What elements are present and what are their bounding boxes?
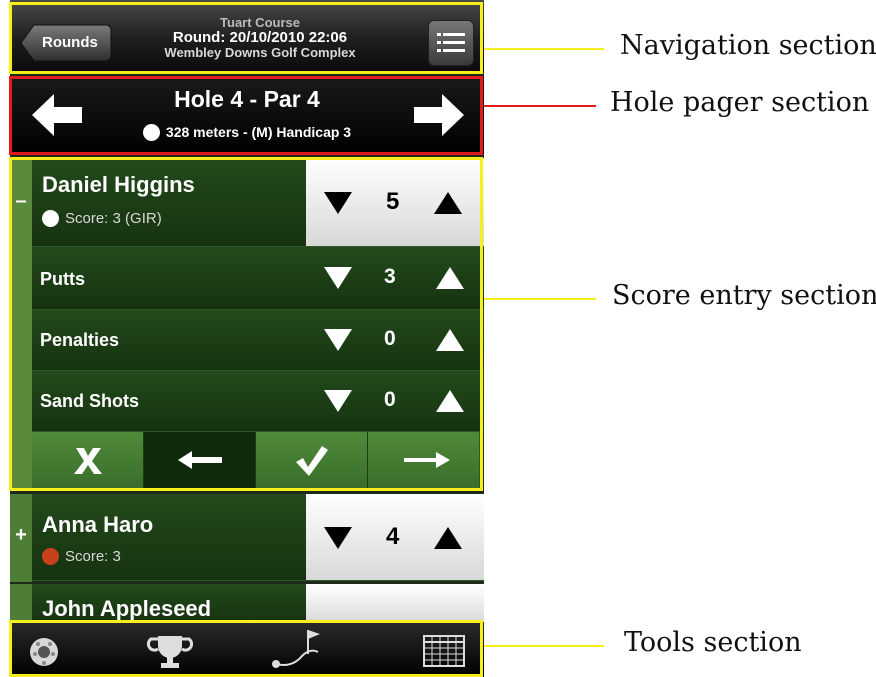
tools-callout: Tools section	[624, 627, 802, 658]
increase-strokes-icon[interactable]	[434, 527, 462, 549]
player-name: Anna Haro	[42, 512, 154, 537]
stroke-count: 4	[386, 523, 400, 550]
hole-pager-leader-line	[484, 105, 596, 107]
hole-pager-highlight-box	[9, 76, 483, 155]
stroke-stepper: 4	[306, 494, 484, 580]
tools-highlight-box	[9, 620, 483, 677]
player-row: John Appleseed	[32, 584, 484, 624]
score-entry-leader-line	[484, 298, 596, 300]
score-entry-callout: Score entry section	[612, 280, 876, 311]
decrease-strokes-icon[interactable]	[324, 527, 352, 549]
player-row: Anna Haro Score: 3 4	[32, 494, 484, 581]
player-name: John Appleseed	[42, 596, 212, 621]
player-score-text: Score: 3	[65, 548, 121, 565]
stroke-stepper	[306, 584, 484, 624]
tools-leader-line	[484, 645, 604, 647]
player-expand-bar[interactable]	[10, 584, 32, 624]
player-score: Score: 3	[42, 548, 121, 565]
navigation-highlight-box	[9, 2, 483, 74]
score-entry-highlight-box	[9, 157, 483, 491]
expand-toggle[interactable]: +	[10, 524, 32, 547]
navigation-callout: Navigation section	[620, 30, 876, 61]
navigation-leader-line	[484, 48, 604, 50]
hole-pager-callout: Hole pager section	[610, 87, 870, 118]
ball-red-icon	[42, 548, 59, 565]
